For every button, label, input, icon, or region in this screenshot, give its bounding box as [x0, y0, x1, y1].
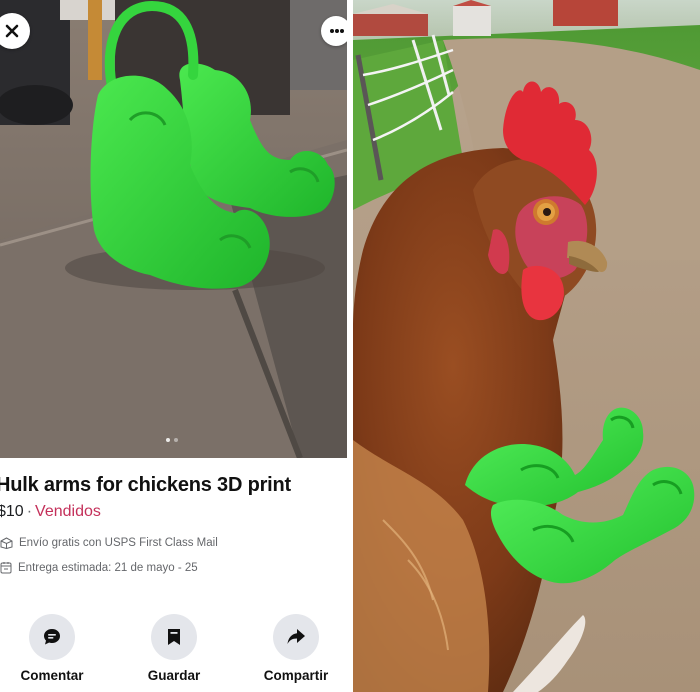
price-separator: · [26, 503, 33, 520]
more-horizontal-icon [330, 29, 344, 33]
listing-panel: Hulk arms for chickens 3D print $10 · Vend… [0, 0, 347, 692]
delivery-info: Entrega estimada: 21 de mayo - 25 [0, 561, 198, 574]
more-options-button[interactable] [321, 16, 347, 46]
comment-icon-circle[interactable] [29, 614, 75, 660]
action-bar: Comentar Guardar Compartir [0, 614, 347, 692]
hulk-arms-product-photo [0, 0, 347, 458]
share-label: Compartir [263, 668, 329, 683]
chicken-wearing-hulk-arms-image [353, 0, 700, 692]
price-line: $10 · Vendidos [0, 503, 101, 521]
shipping-info: Envío gratis con USPS First Class Mail [0, 537, 218, 549]
listing-title: Hulk arms for chickens 3D print [0, 474, 292, 496]
sold-status: Vendidos [35, 503, 101, 520]
close-icon [5, 24, 19, 38]
comment-bubble-icon [44, 629, 60, 645]
listing-photo[interactable] [0, 0, 347, 458]
carousel-dot-active [166, 438, 170, 442]
share-icon-circle[interactable] [273, 614, 319, 660]
save-button[interactable]: Guardar [119, 614, 229, 683]
save-icon-circle[interactable] [151, 614, 197, 660]
shipping-icon [0, 537, 13, 549]
bookmark-icon [168, 629, 180, 645]
calendar-icon [0, 562, 12, 574]
comment-label: Comentar [20, 668, 84, 683]
delivery-text: Entrega estimada: 21 de mayo - 25 [18, 561, 198, 574]
comment-button[interactable]: Comentar [0, 614, 107, 683]
shipping-text: Envío gratis con USPS First Class Mail [19, 537, 218, 549]
share-button[interactable]: Compartir [241, 614, 347, 683]
carousel-dot [174, 438, 178, 442]
chicken-photo [353, 0, 700, 692]
save-label: Guardar [147, 668, 201, 683]
share-arrow-icon [287, 629, 305, 644]
listing-price: $10 [0, 503, 24, 520]
carousel-indicator [166, 438, 178, 442]
